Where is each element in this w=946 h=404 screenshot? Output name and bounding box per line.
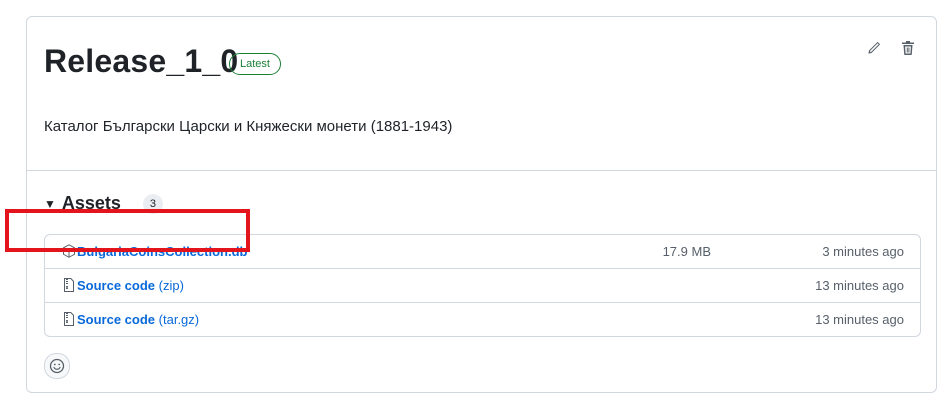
release-card: Release_1_0 Latest Каталог Български Цар… — [26, 16, 937, 393]
file-zip-icon — [64, 312, 74, 326]
package-icon — [63, 244, 75, 258]
asset-time: 13 minutes ago — [815, 312, 904, 327]
asset-list: BulgariaCoinsCollection.db 17.9 MB 3 min… — [44, 234, 921, 337]
asset-row: Source code (tar.gz) 13 minutes ago — [45, 302, 920, 336]
asset-link-targz[interactable]: Source code (tar.gz) — [77, 312, 199, 327]
asset-row: Source code (zip) 13 minutes ago — [45, 268, 920, 302]
assets-toggle[interactable]: ▼ Assets 3 — [44, 193, 163, 214]
section-divider — [27, 170, 936, 171]
release-description: Каталог Български Царски и Княжески моне… — [44, 118, 453, 135]
asset-size: 17.9 MB — [662, 244, 711, 259]
asset-ext: (tar.gz) — [158, 312, 200, 327]
asset-row: BulgariaCoinsCollection.db 17.9 MB 3 min… — [45, 235, 920, 268]
assets-title: Assets — [61, 193, 121, 213]
trash-icon — [902, 41, 914, 55]
asset-link-db[interactable]: BulgariaCoinsCollection.db — [77, 244, 247, 259]
latest-badge: Latest — [229, 53, 281, 75]
asset-name: Source code — [77, 278, 156, 293]
release-title[interactable]: Release_1_0 — [44, 41, 238, 81]
caret-down-icon: ▼ — [44, 196, 56, 211]
asset-ext: (zip) — [158, 278, 184, 293]
file-zip-icon — [64, 278, 74, 292]
asset-time: 3 minutes ago — [822, 244, 904, 259]
asset-time: 13 minutes ago — [815, 278, 904, 293]
smiley-icon — [49, 358, 65, 374]
edit-button[interactable] — [863, 37, 885, 59]
add-reaction-button[interactable] — [44, 353, 70, 379]
assets-count: 3 — [142, 193, 163, 214]
pencil-icon — [868, 41, 881, 54]
asset-link-zip[interactable]: Source code (zip) — [77, 278, 184, 293]
asset-name: BulgariaCoinsCollection.db — [77, 244, 248, 259]
delete-button[interactable] — [897, 37, 919, 59]
asset-name: Source code — [77, 312, 156, 327]
